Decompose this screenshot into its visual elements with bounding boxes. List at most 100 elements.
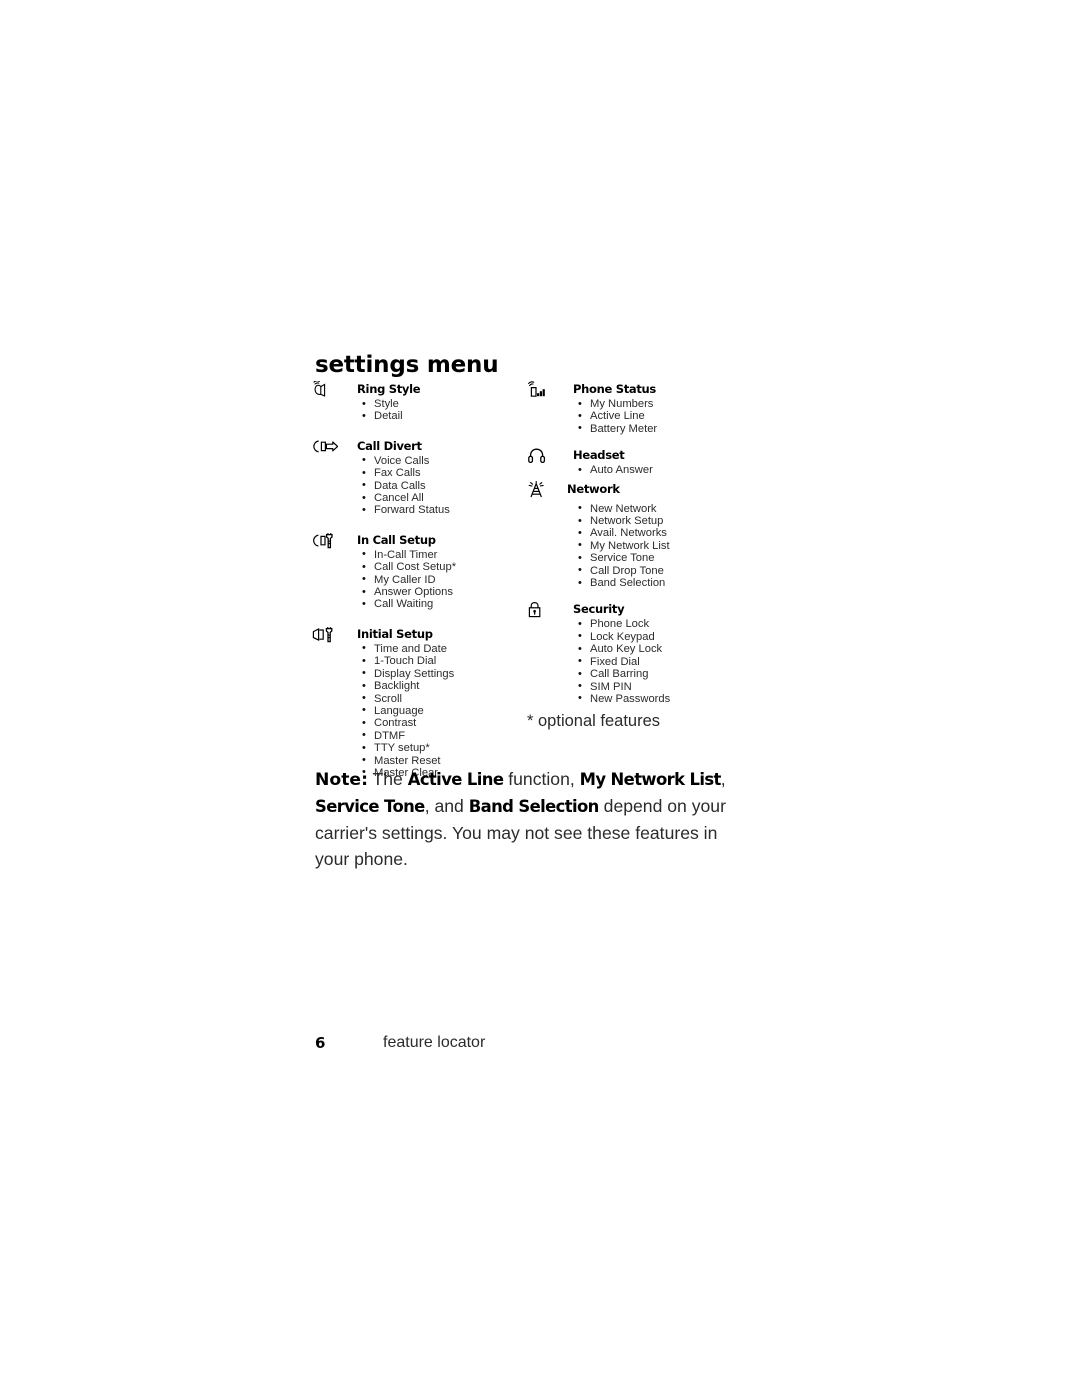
page-footer: 6 feature locator: [315, 1034, 775, 1058]
list-item: Time and Date: [310, 642, 525, 655]
list-item: 1-Touch Dial: [310, 655, 525, 668]
list-item: Backlight: [310, 680, 525, 693]
list-item: Language: [310, 704, 525, 717]
phone-status-icon: [526, 381, 552, 398]
menu-group-title: Security: [573, 602, 625, 617]
list-item: Data Calls: [310, 479, 525, 492]
menu-group-ring-style: Ring Style Style Detail: [310, 381, 525, 423]
list-item: Fixed Dial: [526, 655, 746, 668]
menu-item-list: Time and Date 1-Touch Dial Display Setti…: [310, 642, 525, 779]
note-text-3: ,: [720, 769, 726, 789]
list-item: Network Setup: [526, 515, 746, 528]
settings-column-left: Ring Style Style Detail: [310, 381, 525, 779]
in-call-setup-icon: [310, 532, 336, 549]
menu-item-list: Auto Answer: [526, 464, 746, 477]
list-item: Battery Meter: [526, 422, 746, 435]
menu-item-list: New Network Network Setup Avail. Network…: [526, 502, 746, 590]
list-item: Active Line: [526, 410, 746, 423]
menu-item-list: Phone Lock Lock Keypad Auto Key Lock Fix…: [526, 618, 746, 705]
list-item: Voice Calls: [310, 454, 525, 467]
list-item: Service Tone: [526, 552, 746, 565]
note-feature-my-network-list: My Network List: [579, 770, 722, 789]
menu-item-list: My Numbers Active Line Battery Meter: [526, 397, 746, 435]
list-item: Scroll: [310, 692, 525, 705]
menu-group-initial-setup: Initial Setup Time and Date 1-Touch Dial…: [310, 626, 525, 779]
note-text-1: The: [367, 769, 408, 789]
menu-group-call-divert: Call Divert Voice Calls Fax Calls Data C…: [310, 438, 525, 517]
list-item: Contrast: [310, 717, 525, 730]
headset-icon: [526, 447, 552, 464]
list-item: New Network: [526, 502, 746, 515]
note-paragraph: Note: The Active Line function, My Netwo…: [315, 766, 752, 872]
menu-group-title: Network: [567, 481, 620, 496]
list-item: SIM PIN: [526, 680, 746, 693]
page-title: settings menu: [315, 352, 499, 378]
menu-group-header: Initial Setup: [310, 626, 525, 643]
list-item: Fax Calls: [310, 467, 525, 480]
menu-group-title: In Call Setup: [357, 532, 436, 547]
list-item: In-Call Timer: [310, 548, 525, 561]
list-item: My Network List: [526, 539, 746, 552]
list-item: Forward Status: [310, 504, 525, 517]
menu-group-network: Network New Network Network Setup Avail.…: [526, 480, 746, 590]
list-item: Auto Key Lock: [526, 643, 746, 656]
ring-style-icon: [310, 381, 336, 398]
list-item: TTY setup*: [310, 742, 525, 755]
menu-item-list: Voice Calls Fax Calls Data Calls Cancel …: [310, 454, 525, 517]
list-item: Call Waiting: [310, 598, 525, 611]
menu-group-header: Call Divert: [310, 438, 525, 455]
note-feature-active-line: Active Line: [407, 770, 504, 789]
menu-group-phone-status: Phone Status My Numbers Active Line Batt…: [526, 381, 746, 435]
list-item: Display Settings: [310, 667, 525, 680]
manual-page: settings menu Ring Style • Style • Detai…: [0, 0, 1080, 1397]
menu-item-list: Style Detail: [310, 397, 525, 423]
list-item: My Caller ID: [310, 573, 525, 586]
call-divert-icon: [310, 438, 339, 455]
menu-group-title: Ring Style: [357, 382, 421, 396]
menu-group-header: Phone Status: [526, 381, 746, 398]
menu-group-in-call-setup: In Call Setup In-Call Timer Call Cost Se…: [310, 532, 525, 611]
list-item: Call Cost Setup*: [310, 561, 525, 574]
menu-group-title: Initial Setup: [357, 626, 433, 641]
list-item: Call Drop Tone: [526, 564, 746, 577]
menu-group-title: Call Divert: [357, 438, 422, 453]
list-item: Phone Lock: [526, 618, 746, 631]
optional-features-note: * optional features: [527, 712, 661, 730]
list-item: Band Selection: [526, 577, 746, 590]
menu-group-headset: Headset Auto Answer: [526, 449, 746, 477]
list-item: Style: [310, 397, 525, 410]
list-item: My Numbers: [526, 397, 746, 410]
list-item: Detail: [310, 410, 525, 423]
menu-group-security: Security Phone Lock Lock Keypad Auto Key…: [526, 601, 746, 705]
list-item: Lock Keypad: [526, 630, 746, 643]
list-item: Answer Options: [310, 586, 525, 599]
list-item: Cancel All: [310, 492, 525, 505]
note-text-4: , and: [424, 796, 469, 816]
note-feature-service-tone: Service Tone: [315, 797, 425, 816]
list-item: New Passwords: [526, 692, 746, 705]
security-icon: [526, 601, 552, 618]
menu-group-header: Ring Style: [310, 381, 525, 398]
note-text-2: function,: [503, 769, 580, 789]
menu-group-header: In Call Setup: [310, 532, 525, 549]
menu-group-header: Network: [526, 480, 746, 498]
settings-column-right: Phone Status My Numbers Active Line Batt…: [526, 381, 746, 705]
footer-page-number: 6: [315, 1034, 326, 1052]
menu-group-title: Headset: [573, 448, 625, 463]
initial-setup-icon: [310, 626, 336, 643]
note-label: Note:: [315, 770, 368, 790]
footer-section-label: feature locator: [383, 1034, 486, 1051]
menu-item-list: In-Call Timer Call Cost Setup* My Caller…: [310, 548, 525, 611]
note-feature-band-selection: Band Selection: [468, 797, 600, 816]
list-item: Avail. Networks: [526, 527, 746, 540]
menu-group-header: Security: [526, 601, 746, 618]
menu-group-title: Phone Status: [573, 382, 656, 396]
menu-group-header: Headset: [526, 449, 746, 464]
list-item: Auto Answer: [526, 464, 746, 477]
list-item: Call Barring: [526, 668, 746, 681]
